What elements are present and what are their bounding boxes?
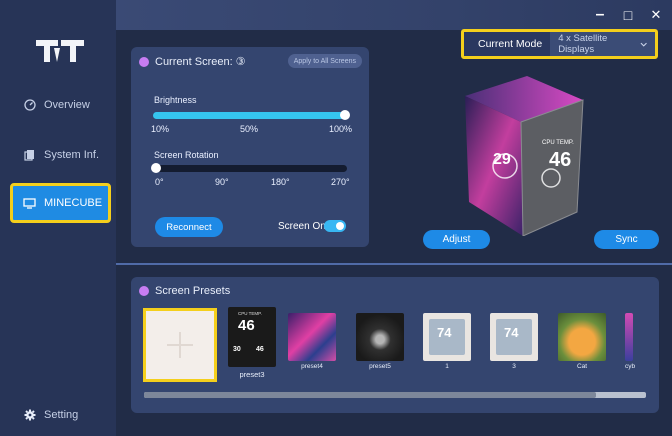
preset-label: 3 <box>512 363 516 370</box>
preset-item[interactable]: preset5 <box>356 313 404 370</box>
brightness-label: Brightness <box>154 95 197 105</box>
chevron-down-icon <box>640 42 647 47</box>
thumb-gauge-value: 74 <box>437 325 452 340</box>
preset-label: preset5 <box>369 363 391 370</box>
scrollbar-thumb[interactable] <box>144 392 596 398</box>
minimize-button[interactable]: – <box>591 6 609 24</box>
preset-label: preset3 <box>239 370 265 379</box>
bullet-icon <box>139 56 149 67</box>
preset-item[interactable]: 74 3 <box>490 313 538 370</box>
rotation-tick: 90° <box>215 177 229 187</box>
preset-label: 1 <box>445 363 449 370</box>
rotation-tick: 0° <box>155 177 164 187</box>
section-divider <box>116 263 672 265</box>
document-icon <box>24 150 34 161</box>
preset-item[interactable]: CPU TEMP. 46 30 46 preset3 <box>228 307 276 379</box>
rotation-slider[interactable] <box>153 165 347 172</box>
sidebar-item-label: Setting <box>44 409 79 421</box>
current-screen-title: Current Screen: <box>155 55 233 68</box>
sidebar: Overview System Inf. MINECUBE Setting <box>0 0 116 436</box>
rotation-tick: 270° <box>331 177 350 187</box>
cube-cpu-label: CPU TEMP. <box>542 140 574 146</box>
panel-header: Current Screen: ③ <box>139 55 246 68</box>
presets-scrollbar[interactable] <box>144 392 646 398</box>
close-button[interactable]: ✕ <box>647 6 665 24</box>
title-bar: – □ ✕ <box>116 0 672 30</box>
brightness-tick: 10% <box>151 124 170 134</box>
current-screen-number: ③ <box>235 56 246 68</box>
apply-to-all-screens-button[interactable]: Apply to All Screens <box>287 54 362 68</box>
plus-icon <box>167 332 193 358</box>
screen-presets-panel: Screen Presets CPU TEMP. 46 30 46 preset… <box>131 277 659 413</box>
minimize-icon: – <box>595 6 605 23</box>
preset-thumbnail: 74 <box>490 313 538 361</box>
add-preset-button[interactable] <box>143 308 217 382</box>
sidebar-item-label: Overview <box>44 99 90 111</box>
thumb-cpu-value: 46 <box>238 317 255 334</box>
sidebar-item-label: MINECUBE <box>44 197 103 209</box>
rotation-tick: 180° <box>271 177 290 187</box>
sidebar-item-system-info[interactable]: System Inf. <box>12 140 108 170</box>
thumb-sub-value: 30 <box>233 346 241 353</box>
sidebar-item-setting[interactable]: Setting <box>12 400 108 430</box>
presets-title: Screen Presets <box>155 285 231 297</box>
preset-thumbnail: CPU TEMP. 46 30 46 <box>228 307 276 367</box>
preset-thumbnail: 74 <box>423 313 471 361</box>
brightness-tick: 100% <box>329 124 353 134</box>
screen-rotation-label: Screen Rotation <box>154 150 219 160</box>
thumb-cpu-label: CPU TEMP. <box>238 311 262 316</box>
mode-select[interactable]: 4 x Satellite Displays <box>550 32 655 56</box>
cube-preview: 29 CPU TEMP. 46 <box>455 66 585 237</box>
sync-button[interactable]: Sync <box>594 230 659 249</box>
preset-label: Cat <box>576 363 588 370</box>
preset-label: cyb <box>625 363 636 370</box>
preset-item[interactable]: 74 1 <box>423 313 471 370</box>
brightness-slider[interactable] <box>153 112 347 119</box>
bullet-icon <box>139 286 149 296</box>
sidebar-item-overview[interactable]: Overview <box>12 90 108 120</box>
maximize-icon: □ <box>623 7 633 23</box>
thumb-sub-value: 46 <box>256 346 264 353</box>
screen-on-label: Screen On <box>278 221 326 232</box>
brightness-slider-thumb[interactable] <box>340 110 350 120</box>
preset-label: preset4 <box>301 363 323 370</box>
preset-item[interactable]: Cat <box>558 313 606 370</box>
gauge-icon <box>24 99 36 111</box>
mode-select-value: 4 x Satellite Displays <box>558 33 608 55</box>
sidebar-item-minecube[interactable]: MINECUBE <box>10 183 111 223</box>
preset-thumbnail <box>625 313 633 361</box>
preset-thumbnail <box>356 313 404 361</box>
adjust-button[interactable]: Adjust <box>423 230 490 249</box>
current-screen-panel: Current Screen: ③ Apply to All Screens B… <box>131 47 369 247</box>
screen-on-toggle[interactable] <box>324 220 346 232</box>
cube-preview-graphic: 29 CPU TEMP. 46 <box>465 76 584 237</box>
brightness-tick: 50% <box>240 124 259 134</box>
preset-item[interactable]: cyb <box>625 313 635 370</box>
current-mode-label: Current Mode <box>464 32 551 56</box>
preset-thumbnail <box>558 313 606 361</box>
thumb-gauge-value: 74 <box>504 325 519 340</box>
preset-item[interactable]: preset4 <box>288 313 336 370</box>
reconnect-button[interactable]: Reconnect <box>155 217 223 237</box>
presets-header: Screen Presets <box>139 285 230 297</box>
close-icon: ✕ <box>650 7 662 22</box>
sidebar-item-label: System Inf. <box>44 149 100 161</box>
gear-icon <box>24 409 36 421</box>
cube-cpu-value: 46 <box>549 149 571 171</box>
current-mode-control: Current Mode 4 x Satellite Displays <box>461 29 658 59</box>
thermaltake-logo-icon <box>36 40 84 62</box>
maximize-button[interactable]: □ <box>619 6 637 24</box>
monitor-icon <box>23 197 36 209</box>
rotation-slider-thumb[interactable] <box>151 163 161 173</box>
preset-thumbnail <box>288 313 336 361</box>
